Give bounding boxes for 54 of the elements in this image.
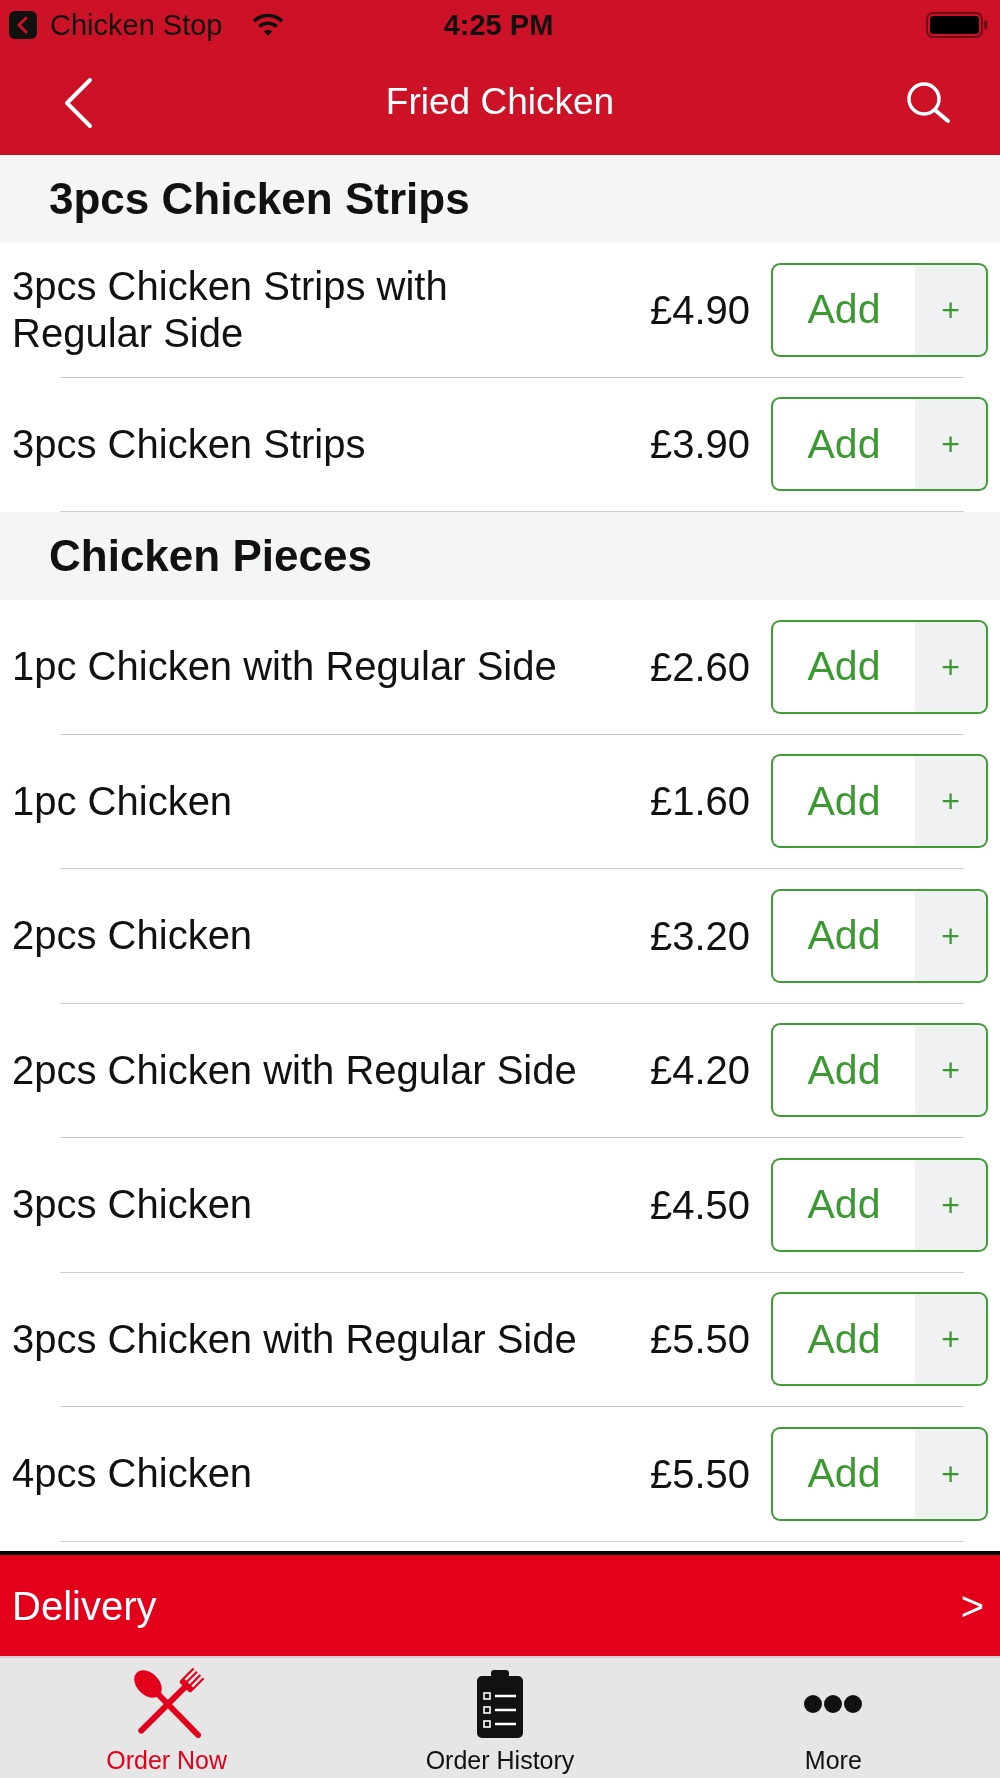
section-title: Chicken Pieces [49, 531, 372, 581]
add-button[interactable]: Add [771, 1292, 915, 1387]
tab[interactable]: Order History [333, 1658, 667, 1778]
item-name: 4pcs Chicken [12, 1450, 253, 1498]
plus-button[interactable]: + [915, 262, 988, 357]
wifi-icon [250, 13, 285, 37]
add-button[interactable]: Add [771, 397, 915, 492]
plus-button[interactable]: + [915, 888, 988, 983]
item-price: £4.20 [649, 1047, 750, 1095]
plus-button[interactable]: + [915, 1157, 988, 1252]
plus-button[interactable]: + [915, 754, 988, 849]
plus-button[interactable]: + [915, 619, 988, 714]
item-price: £3.90 [649, 421, 750, 469]
plus-button[interactable]: + [915, 397, 988, 492]
item-name: 3pcs Chicken with Regular Side [12, 1315, 577, 1363]
more-icon [803, 1694, 864, 1714]
plus-button[interactable]: + [915, 1292, 988, 1387]
clipboard-list-icon [476, 1669, 524, 1739]
back-to-app-link[interactable]: Chicken Stop [9, 10, 223, 40]
plus-button[interactable]: + [915, 1426, 988, 1521]
item-price: £3.20 [649, 912, 750, 960]
tab[interactable]: Order Now [0, 1658, 334, 1778]
search-icon[interactable] [906, 81, 951, 124]
tab[interactable]: More [666, 1658, 1000, 1778]
battery-icon [926, 12, 988, 38]
item-price: £2.60 [649, 643, 750, 691]
item-price: £1.60 [649, 778, 750, 826]
item-name: 1pc Chicken with Regular Side [12, 643, 557, 691]
item-price: £4.90 [649, 286, 750, 334]
back-app-icon [9, 11, 37, 39]
item-name: 2pcs Chicken [12, 912, 253, 960]
delivery-label: Delivery [12, 1582, 157, 1630]
item-price: £4.50 [649, 1181, 750, 1229]
screen-title: Fried Chicken [385, 80, 615, 125]
section-title: 3pcs Chicken Strips [49, 174, 470, 224]
status-time: 4:25 PM [443, 10, 554, 40]
add-button[interactable]: Add [771, 1426, 915, 1521]
item-name: 1pc Chicken [12, 777, 233, 825]
add-button[interactable]: Add [771, 888, 915, 983]
item-price: £5.50 [649, 1316, 750, 1364]
item-name: 3pcs Chicken [12, 1181, 253, 1229]
item-price: £5.50 [649, 1450, 750, 1498]
plus-button[interactable]: + [915, 1023, 988, 1118]
add-button[interactable]: Add [771, 1023, 915, 1118]
next-arrow: > [960, 1582, 984, 1630]
item-name: 3pcs Chicken Strips [12, 420, 366, 468]
delivery-bar[interactable]: Delivery > [0, 1551, 1000, 1656]
add-button[interactable]: Add [771, 262, 915, 357]
add-button[interactable]: Add [771, 1157, 915, 1252]
item-name: 3pcs Chicken Strips with Regular Side [12, 262, 449, 357]
back-icon[interactable] [62, 76, 94, 129]
add-button[interactable]: Add [771, 619, 915, 714]
item-name: 2pcs Chicken with Regular Side [12, 1046, 577, 1094]
add-button[interactable]: Add [771, 754, 915, 849]
